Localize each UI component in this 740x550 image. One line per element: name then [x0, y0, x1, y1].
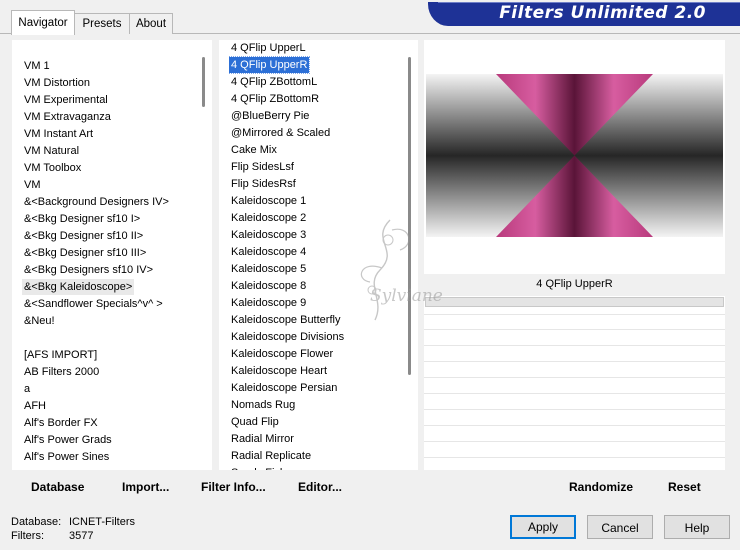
- category-item[interactable]: AB Filters 2000: [22, 364, 101, 380]
- category-item[interactable]: a: [22, 381, 32, 397]
- category-item[interactable]: &<Background Designers IV>: [22, 194, 171, 210]
- category-item[interactable]: &Neu!: [22, 313, 57, 329]
- filter-item[interactable]: Flip SidesLsf: [229, 159, 296, 175]
- category-item[interactable]: AFH: [22, 398, 48, 414]
- filter-item[interactable]: Flip SidesRsf: [229, 176, 298, 192]
- watermark-text: Sylviane: [370, 286, 443, 306]
- filter-item[interactable]: Cake Mix: [229, 142, 279, 158]
- filters-label: Filters:: [11, 530, 44, 542]
- filter-item[interactable]: Kaleidoscope Heart: [229, 363, 329, 379]
- category-item[interactable]: VM 1: [22, 58, 52, 74]
- reset-button[interactable]: Reset: [668, 480, 701, 494]
- category-item[interactable]: Alf's Power Grads: [22, 432, 114, 448]
- category-item-spacer: [22, 330, 26, 346]
- watermark: Sylviane: [330, 210, 480, 340]
- category-scroll-thumb[interactable]: [202, 57, 205, 107]
- category-item[interactable]: VM Experimental: [22, 92, 110, 108]
- filter-item[interactable]: @BlueBerry Pie: [229, 108, 311, 124]
- category-item[interactable]: VM Natural: [22, 143, 81, 159]
- filter-item[interactable]: 4 QFlip ZBottomL: [229, 74, 319, 90]
- filter-item[interactable]: 4 QFlip ZBottomR: [229, 91, 321, 107]
- title-banner: Filters Unlimited 2.0: [428, 2, 740, 26]
- database-value: ICNET-Filters: [69, 516, 135, 528]
- filter-item[interactable]: Kaleidoscope Persian: [229, 380, 339, 396]
- category-item[interactable]: VM: [22, 177, 43, 193]
- filter-item[interactable]: Kaleidoscope Divisions: [229, 329, 346, 345]
- category-item[interactable]: &<Bkg Designer sf10 III>: [22, 245, 148, 261]
- category-item[interactable]: Alf's Border FX: [22, 415, 100, 431]
- filter-item[interactable]: Kaleidoscope 1: [229, 193, 308, 209]
- filter-item[interactable]: Kaleidoscope 3: [229, 227, 308, 243]
- help-button[interactable]: Help: [664, 515, 730, 539]
- database-button[interactable]: Database: [31, 480, 84, 494]
- filter-item[interactable]: Nomads Rug: [229, 397, 297, 413]
- category-item[interactable]: VM Distortion: [22, 75, 92, 91]
- filter-item[interactable]: Kaleidoscope 9: [229, 295, 308, 311]
- filter-item[interactable]: 4 QFlip UpperL: [229, 40, 308, 56]
- filter-info-button[interactable]: Filter Info...: [201, 480, 266, 494]
- category-scrollbar[interactable]: [195, 40, 212, 470]
- category-item[interactable]: VM Toolbox: [22, 160, 83, 176]
- category-item[interactable]: [AFS IMPORT]: [22, 347, 99, 363]
- apply-button[interactable]: Apply: [510, 515, 576, 539]
- filter-item[interactable]: Kaleidoscope Butterfly: [229, 312, 342, 328]
- banner-title: Filters Unlimited 2.0: [499, 3, 706, 23]
- filter-item[interactable]: @Mirrored & Scaled: [229, 125, 332, 141]
- cancel-button[interactable]: Cancel: [587, 515, 653, 539]
- category-item[interactable]: Alf's Power Sines: [22, 449, 111, 465]
- database-label: Database:: [11, 516, 62, 528]
- filter-item[interactable]: 4 QFlip UpperR: [229, 56, 311, 74]
- category-item[interactable]: &<Bkg Designers sf10 IV>: [22, 262, 155, 278]
- category-item[interactable]: &<Bkg Kaleidoscope>: [22, 279, 135, 295]
- filter-item[interactable]: Kaleidoscope 5: [229, 261, 308, 277]
- editor-button[interactable]: Editor...: [298, 480, 342, 494]
- filter-item[interactable]: Sandy Fish: [229, 465, 288, 470]
- filter-item[interactable]: Kaleidoscope 8: [229, 278, 308, 294]
- filter-item[interactable]: Radial Replicate: [229, 448, 313, 464]
- filter-item[interactable]: Radial Mirror: [229, 431, 296, 447]
- filter-item[interactable]: Kaleidoscope 2: [229, 210, 308, 226]
- category-item[interactable]: &<Bkg Designer sf10 II>: [22, 228, 145, 244]
- category-item[interactable]: &<Sandflower Specials^v^ >: [22, 296, 165, 312]
- filter-item[interactable]: Quad Flip: [229, 414, 281, 430]
- filter-item[interactable]: Kaleidoscope Flower: [229, 346, 335, 362]
- filter-item[interactable]: Kaleidoscope 4: [229, 244, 308, 260]
- filters-count: 3577: [69, 530, 94, 542]
- tab-navigator[interactable]: Navigator: [11, 10, 75, 35]
- import-button[interactable]: Import...: [122, 480, 169, 494]
- tab-presets[interactable]: Presets: [74, 13, 130, 34]
- tab-about[interactable]: About: [129, 13, 173, 34]
- category-item[interactable]: Alf's Power Toys: [22, 466, 106, 468]
- randomize-button[interactable]: Randomize: [569, 480, 633, 494]
- watermark-flourish-icon: [360, 219, 410, 321]
- category-item[interactable]: VM Extravaganza: [22, 109, 113, 125]
- category-item[interactable]: &<Bkg Designer sf10 I>: [22, 211, 142, 227]
- category-list[interactable]: VM 1 VM Distortion VM Experimental VM Extra…: [12, 40, 212, 470]
- category-item[interactable]: VM Instant Art: [22, 126, 95, 142]
